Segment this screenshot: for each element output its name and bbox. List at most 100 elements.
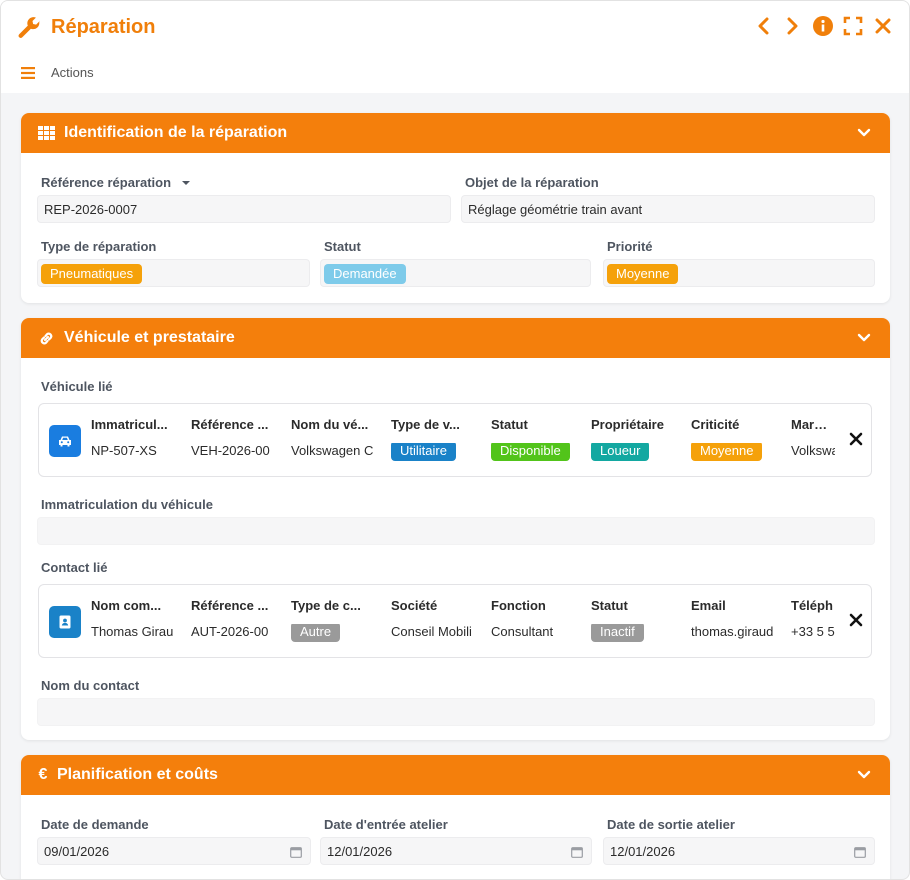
car-icon <box>49 425 81 457</box>
contact-column: Société Conseil Mobili <box>391 598 479 644</box>
vehicle-column-header: Criticité <box>691 417 740 432</box>
contact-column-header: Fonction <box>491 598 546 613</box>
linked-contact-card[interactable]: Nom com... Thomas Girau Référence ... AUT-2… <box>38 584 872 658</box>
contact-column-header: Téléph <box>791 598 833 613</box>
vehicle-column-header: Immatricul... <box>91 417 168 432</box>
vehicle-panel: Véhicule et prestataire Véhicule lié Imm… <box>21 318 890 740</box>
vehicle-column-header: Propriétaire <box>591 417 664 432</box>
identification-panel-title: Identification de la réparation <box>64 124 288 141</box>
linked-contact-label: Contact lié <box>41 560 108 575</box>
vehicle-column: Propriétaire Loueur <box>591 417 679 463</box>
reference-field[interactable]: REP-2026-0007 <box>37 195 451 223</box>
vehicle-column: Type de v... Utilitaire <box>391 417 479 463</box>
vehicle-column: Référence ... VEH-2026-00 <box>191 417 279 463</box>
linked-vehicle-label: Véhicule lié <box>41 379 113 394</box>
wrench-icon <box>18 17 40 38</box>
vehicle-column-header: Référence ... <box>191 417 269 432</box>
vehicle-column-value: Volkswagen C <box>291 443 374 458</box>
window-controls <box>753 15 893 37</box>
vehicle-column-header: Type de v... <box>391 417 460 432</box>
contact-name-label: Nom du contact <box>41 678 140 693</box>
request-date-field[interactable]: 09/01/2026 <box>37 837 311 865</box>
maximize-button[interactable] <box>843 15 863 37</box>
info-button[interactable] <box>813 15 833 37</box>
vehicle-column: Criticité Moyenne <box>691 417 779 463</box>
entry-date-label: Date d'entrée atelier <box>324 817 448 832</box>
request-date-label: Date de demande <box>41 817 149 832</box>
contact-column-value: +33 5 5 <box>791 624 835 639</box>
contact-card-icon <box>49 606 81 638</box>
close-icon <box>875 18 891 34</box>
priority-field[interactable]: Moyenne <box>603 259 875 287</box>
actions-menu[interactable]: Actions <box>21 65 94 80</box>
contact-column-value: Autre <box>291 624 379 644</box>
reference-label: Référence réparation <box>41 175 191 190</box>
status-field[interactable]: Demandée <box>320 259 591 287</box>
contact-badge: Inactif <box>591 624 644 642</box>
remove-vehicle-icon[interactable] <box>849 432 863 446</box>
type-field[interactable]: Pneumatiques <box>37 259 310 287</box>
contact-column-value: Inactif <box>591 624 679 644</box>
planning-panel: € Planification et coûts Date de demande… <box>21 755 890 879</box>
vehicle-column-header: Marque <box>791 417 835 432</box>
type-badge: Pneumatiques <box>41 264 143 284</box>
entry-date-field[interactable]: 12/01/2026 <box>320 837 592 865</box>
contact-column-header: Email <box>691 598 726 613</box>
next-button[interactable] <box>783 15 803 37</box>
link-icon <box>37 329 55 347</box>
priority-label: Priorité <box>607 239 653 254</box>
contact-column: Téléph +33 5 5 <box>791 598 835 644</box>
calendar-icon[interactable] <box>571 846 583 858</box>
identification-panel-header[interactable]: Identification de la réparation <box>21 113 890 153</box>
object-field[interactable]: Réglage géométrie train avant <box>461 195 875 223</box>
chevron-down-icon <box>857 333 871 342</box>
hamburger-icon <box>21 66 35 79</box>
vehicle-plate-label: Immatriculation du véhicule <box>41 497 213 512</box>
object-label: Objet de la réparation <box>465 175 599 190</box>
vehicle-plate-field[interactable] <box>37 517 875 545</box>
previous-button[interactable] <box>753 15 773 37</box>
contact-column: Statut Inactif <box>591 598 679 644</box>
vehicle-panel-header[interactable]: Véhicule et prestataire <box>21 318 890 358</box>
contact-column: Référence ... AUT-2026-00 <box>191 598 279 644</box>
vehicle-badge: Loueur <box>591 443 650 461</box>
close-button[interactable] <box>873 15 893 37</box>
calendar-icon[interactable] <box>854 846 866 858</box>
contact-column-value: AUT-2026-00 <box>191 624 269 639</box>
vehicle-column: Immatricul... NP-507-XS <box>91 417 179 463</box>
chevron-left-icon <box>758 17 769 35</box>
vehicle-column: Statut Disponible <box>491 417 579 463</box>
contact-column: Email thomas.giraud <box>691 598 779 644</box>
vehicle-column-value: Utilitaire <box>391 443 479 463</box>
actions-label: Actions <box>51 65 94 80</box>
chevron-down-icon <box>857 770 871 779</box>
info-icon <box>813 16 833 36</box>
contact-column: Nom com... Thomas Girau <box>91 598 179 644</box>
remove-contact-icon[interactable] <box>849 613 863 627</box>
status-badge: Demandée <box>324 264 406 284</box>
linked-vehicle-card[interactable]: Immatricul... NP-507-XS Référence ... VEH-2… <box>38 403 872 477</box>
type-label: Type de réparation <box>41 239 157 254</box>
vehicle-column-value: NP-507-XS <box>91 443 157 458</box>
priority-badge: Moyenne <box>607 264 679 284</box>
vehicle-badge: Disponible <box>491 443 570 461</box>
exit-date-label: Date de sortie atelier <box>607 817 735 832</box>
caret-down-icon[interactable] <box>181 179 191 187</box>
contact-name-field[interactable] <box>37 698 875 726</box>
contact-column-value: thomas.giraud <box>691 624 774 639</box>
planning-panel-header[interactable]: € Planification et coûts <box>21 755 890 795</box>
contact-column: Fonction Consultant <box>491 598 579 644</box>
chevron-down-icon <box>857 128 871 137</box>
exit-date-field[interactable]: 12/01/2026 <box>603 837 875 865</box>
vehicle-panel-title: Véhicule et prestataire <box>64 329 235 346</box>
vehicle-column-value: Disponible <box>491 443 579 463</box>
contact-badge: Autre <box>291 624 341 642</box>
vehicle-column: Nom du vé... Volkswagen C <box>291 417 379 463</box>
contact-column-value: Thomas Girau <box>91 624 174 639</box>
calendar-icon[interactable] <box>290 846 302 858</box>
euro-icon: € <box>38 766 48 783</box>
status-label: Statut <box>324 239 361 254</box>
table-icon <box>37 124 55 142</box>
window-header: Réparation Actions <box>1 1 909 93</box>
title-row: Réparation <box>17 13 155 41</box>
